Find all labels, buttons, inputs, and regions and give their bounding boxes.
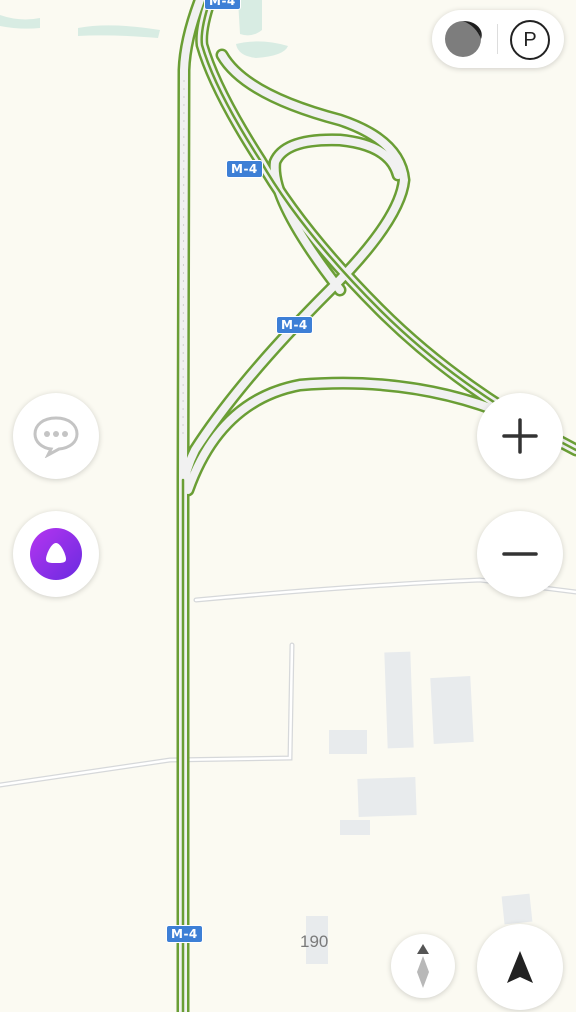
- road-shield-m4: M-4: [204, 0, 241, 10]
- compass-button[interactable]: [391, 934, 455, 998]
- water-areas: [0, 0, 288, 58]
- traffic-toggle-button[interactable]: [442, 18, 484, 60]
- layer-controls: P: [432, 10, 564, 68]
- minus-icon: [502, 552, 538, 556]
- chat-bubble-icon: [33, 416, 79, 458]
- chat-button[interactable]: [13, 393, 99, 479]
- parking-label: P: [523, 28, 537, 51]
- alice-voice-assistant-icon: [30, 528, 82, 580]
- highway-fills: [179, 0, 576, 1012]
- voice-assistant-button[interactable]: [13, 511, 99, 597]
- zoom-out-button[interactable]: [477, 511, 563, 597]
- locate-me-button[interactable]: [477, 924, 563, 1010]
- road-shield-m4: M-4: [226, 160, 263, 178]
- parking-button[interactable]: P: [510, 20, 550, 60]
- traffic-toggle-icon: [445, 20, 482, 57]
- buildings: [306, 651, 533, 964]
- map-canvas[interactable]: [0, 0, 576, 1012]
- compass-icon: [417, 944, 429, 988]
- road-shield-m4: M-4: [276, 316, 313, 334]
- plus-icon: [502, 418, 538, 454]
- zoom-in-button[interactable]: [477, 393, 563, 479]
- distance-marker: 190: [300, 932, 329, 951]
- navigation-arrow-icon: [507, 951, 533, 983]
- divider: [497, 24, 498, 54]
- minor-roads: [0, 577, 576, 788]
- road-shield-m4: M-4: [166, 925, 203, 943]
